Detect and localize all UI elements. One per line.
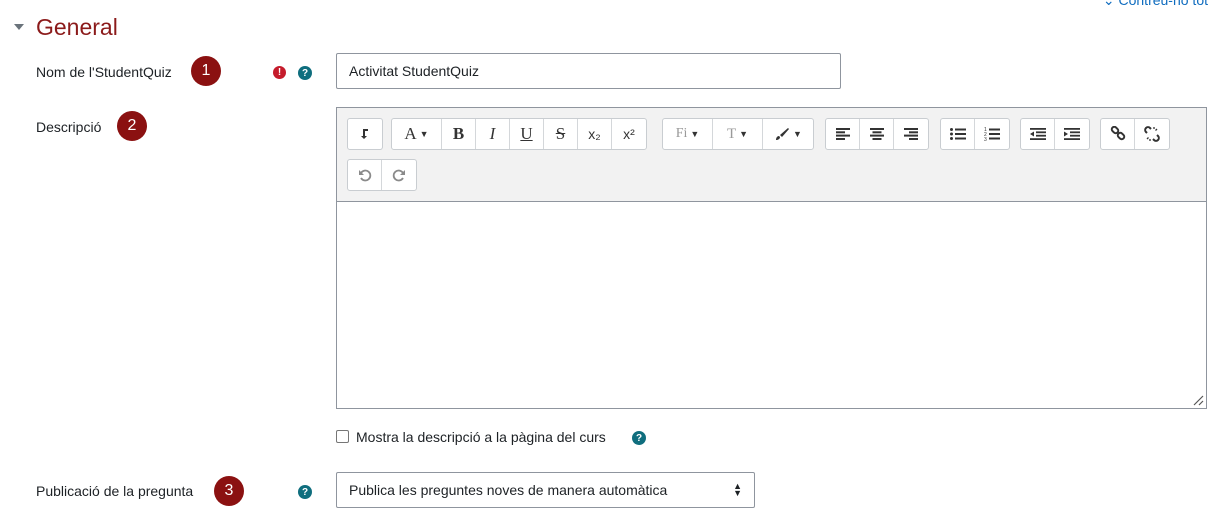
- link-button[interactable]: [1101, 119, 1135, 149]
- toolbar-group-history: [347, 159, 417, 191]
- caret-down-icon: ▼: [690, 129, 700, 139]
- bullet-list-icon: [949, 128, 966, 140]
- callout-badge-2: 2: [117, 111, 147, 141]
- outdent-button[interactable]: [1021, 119, 1055, 149]
- superscript-button[interactable]: x²: [612, 119, 646, 149]
- show-description-checkbox[interactable]: [336, 430, 349, 443]
- help-icon[interactable]: ?: [298, 485, 312, 499]
- toolbar-group-links: [1100, 118, 1170, 150]
- callout-badge-3: 3: [214, 476, 244, 506]
- align-left-button[interactable]: [826, 119, 860, 149]
- indent-icon: [1064, 128, 1080, 140]
- font-family-button[interactable]: Fi ▼: [663, 119, 713, 149]
- numbered-list-icon: 123: [984, 127, 1000, 141]
- show-more-buttons[interactable]: [348, 119, 382, 149]
- toggle-toolbar-icon: [361, 129, 368, 139]
- font-family-icon: Fi: [675, 126, 688, 141]
- svg-text:3: 3: [984, 137, 987, 141]
- undo-icon: [358, 169, 371, 182]
- editor-toolbar: A ▼ B I U S x₂ x² Fi ▼ T ▼ ▼ 1 2 3: [337, 108, 1206, 202]
- help-icon[interactable]: ?: [632, 431, 646, 445]
- caret-down-icon: ▼: [419, 129, 429, 139]
- select-arrows-icon: ▲ ▼: [733, 481, 742, 498]
- toolbar-group-lists: 123: [940, 118, 1010, 150]
- font-size-icon: T: [726, 125, 737, 142]
- publish-select[interactable]: Publica les preguntes noves de manera au…: [336, 472, 755, 508]
- bold-button[interactable]: B: [442, 119, 476, 149]
- unlink-icon: [1144, 126, 1160, 142]
- italic-button[interactable]: I: [476, 119, 510, 149]
- caret-down-icon[interactable]: [14, 24, 24, 30]
- chevron-down-icon: ⌄: [1102, 0, 1119, 8]
- font-size-button[interactable]: T ▼: [713, 119, 763, 149]
- resize-handle-icon[interactable]: [1192, 394, 1204, 406]
- underline-button[interactable]: U: [510, 119, 544, 149]
- indent-button[interactable]: [1055, 119, 1089, 149]
- required-icon: !: [273, 66, 286, 79]
- help-icon[interactable]: ?: [298, 66, 312, 80]
- unordered-list-button[interactable]: [941, 119, 975, 149]
- publish-select-value: Publica les preguntes noves de manera au…: [349, 482, 668, 498]
- align-left-icon: [835, 128, 850, 140]
- caret-down-icon: ▼: [739, 129, 749, 139]
- toolbar-group-indent: [1020, 118, 1090, 150]
- redo-icon: [392, 169, 405, 182]
- description-editor: A ▼ B I U S x₂ x² Fi ▼ T ▼ ▼ 1 2 3: [336, 107, 1207, 409]
- redo-button[interactable]: [382, 160, 416, 190]
- font-style-icon: A: [404, 124, 417, 143]
- link-icon: [1110, 126, 1125, 141]
- toolbar-group-font: Fi ▼ T ▼ ▼: [662, 118, 814, 150]
- callout-badge-1: 1: [191, 56, 221, 86]
- name-label: Nom de l'StudentQuiz: [36, 64, 172, 80]
- description-label: Descripció: [36, 119, 102, 135]
- outdent-icon: [1029, 128, 1046, 140]
- caret-down-icon: ▼: [793, 129, 802, 139]
- paragraph-style-button[interactable]: A ▼: [392, 119, 442, 149]
- section-title[interactable]: General: [36, 14, 118, 41]
- collapse-all-label: Contreu-ho tot: [1118, 0, 1209, 8]
- brush-icon: [776, 128, 790, 140]
- align-center-button[interactable]: [860, 119, 894, 149]
- toolbar-group-style: A ▼ B I U S x₂ x²: [391, 118, 647, 150]
- align-right-button[interactable]: [894, 119, 928, 149]
- toolbar-group-align: [825, 118, 929, 150]
- show-description-label[interactable]: Mostra la descripció a la pàgina del cur…: [356, 429, 606, 445]
- editor-content[interactable]: [337, 202, 1206, 408]
- undo-button[interactable]: [348, 160, 382, 190]
- publish-label: Publicació de la pregunta: [36, 483, 194, 499]
- subscript-button[interactable]: x₂: [578, 119, 612, 149]
- align-center-icon: [869, 128, 884, 140]
- collapse-all-link[interactable]: ⌄ Contreu-ho tot: [1103, 0, 1208, 9]
- ordered-list-button[interactable]: 123: [975, 119, 1009, 149]
- unlink-button[interactable]: [1135, 119, 1169, 149]
- strikethrough-button[interactable]: S: [544, 119, 578, 149]
- font-color-button[interactable]: ▼: [763, 119, 813, 149]
- toolbar-group-collapse: [347, 118, 383, 150]
- align-right-icon: [904, 128, 918, 140]
- name-input[interactable]: [336, 53, 841, 89]
